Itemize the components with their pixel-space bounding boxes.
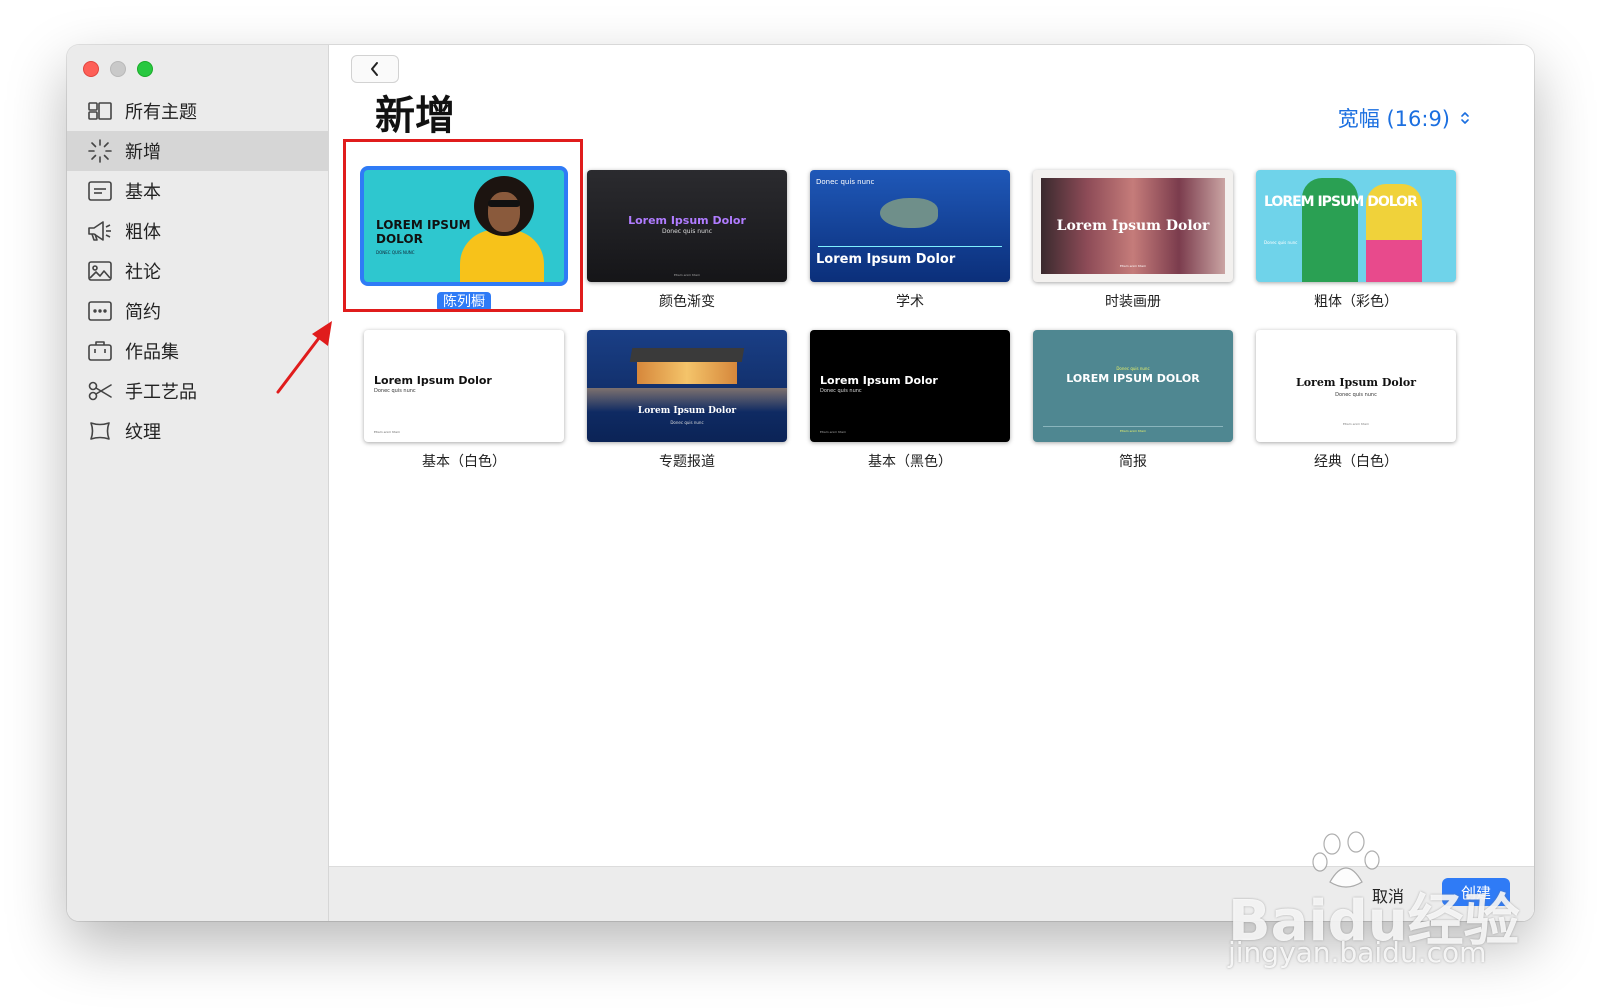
selection-highlight-box xyxy=(343,139,583,312)
template-name: 基本（白色） xyxy=(422,454,506,470)
template-name: 专题报道 xyxy=(659,454,715,470)
sidebar-item-label: 所有主题 xyxy=(125,102,197,123)
preview-title: Lorem Ipsum Dolor xyxy=(1295,376,1417,389)
template-name: 时装画册 xyxy=(1105,294,1161,310)
template-thumbnail: Lorem Ipsum Dolor Donec quis nunc Etiam … xyxy=(1256,330,1456,442)
sidebar-item-label: 简约 xyxy=(125,302,161,323)
preview-footer: Etiam enim titam xyxy=(820,430,847,434)
template-thumbnail: Lorem Ipsum Dolor Donec quis nunc Etiam … xyxy=(364,330,564,442)
chevron-left-icon xyxy=(371,62,378,76)
template-thumbnail: Lorem Ipsum Dolor Donec quis nunc Etiam … xyxy=(587,170,787,282)
template-thumbnail: Lorem Ipsum Dolor Etiam enim titam xyxy=(1033,170,1233,282)
page-title: 新增 xyxy=(375,93,455,139)
preview-subtitle: Donec quis nunc xyxy=(661,228,712,235)
template-academic[interactable]: Donec quis nunc Lorem Ipsum Dolor 学术 xyxy=(810,170,1010,312)
template-name: 学术 xyxy=(896,294,924,310)
template-thumbnail: Donec quis nunc Lorem Ipsum Dolor xyxy=(810,170,1010,282)
template-classic-white[interactable]: Lorem Ipsum Dolor Donec quis nunc Etiam … xyxy=(1256,330,1456,472)
grid-icon xyxy=(88,102,112,120)
template-basic-black[interactable]: Lorem Ipsum Dolor Donec quis nunc Etiam … xyxy=(810,330,1010,472)
preview-subtitle: Donec quis nunc xyxy=(1335,392,1377,398)
preview-subtitle: Donec quis nunc xyxy=(374,388,416,394)
watermark-url: jingyan.baidu.com xyxy=(1228,936,1487,969)
template-name: 颜色渐变 xyxy=(659,294,715,310)
sidebar-item-label: 粗体 xyxy=(125,222,161,243)
preview-subtitle: Donec quis nunc xyxy=(816,178,875,186)
preview-title: Lorem Ipsum Dolor xyxy=(820,374,938,387)
briefcase-icon xyxy=(88,341,112,361)
sidebar-item-all-themes[interactable]: 所有主题 xyxy=(67,91,328,131)
preview-subtitle: Donec quis nunc xyxy=(1264,240,1298,245)
red-arrow-annotation xyxy=(276,321,332,394)
frame-icon xyxy=(90,422,110,440)
sidebar-item-bold[interactable]: 粗体 xyxy=(67,211,328,251)
template-name: 简报 xyxy=(1119,454,1147,470)
preview-footer: Etiam enim titam xyxy=(1119,429,1147,433)
template-name: 经典（白色） xyxy=(1314,454,1398,470)
text-box-icon xyxy=(88,181,112,201)
sidebar-item-texture[interactable]: 纹理 xyxy=(67,411,328,451)
zoom-window-button[interactable] xyxy=(137,61,153,77)
template-basic-white[interactable]: Lorem Ipsum Dolor Donec quis nunc Etiam … xyxy=(364,330,564,472)
template-feature-story[interactable]: Lorem Ipsum Dolor Donec quis nunc 专题报道 xyxy=(587,330,787,472)
preview-title: Lorem Ipsum Dolor xyxy=(816,252,956,267)
template-color-gradient[interactable]: Lorem Ipsum Dolor Donec quis nunc Etiam … xyxy=(587,170,787,312)
template-bold-color[interactable]: LOREM IPSUM DOLOR Donec quis nunc 粗体（彩色） xyxy=(1256,170,1456,312)
baidu-watermark: Baidu经验 jingyan.baidu.com xyxy=(1228,830,1528,980)
preview-footer: Etiam enim titam xyxy=(374,430,401,434)
preview-title: LOREM IPSUM DOLOR xyxy=(1264,194,1418,210)
template-name: 基本（黑色） xyxy=(868,454,952,470)
preview-footer: Etiam enim titam xyxy=(1342,422,1370,426)
preview-subtitle: Donec quis nunc xyxy=(670,420,704,425)
minimize-window-button[interactable] xyxy=(110,61,126,77)
ellipsis-box-icon xyxy=(88,301,112,321)
sidebar-item-label: 纹理 xyxy=(125,422,161,443)
template-name: 粗体（彩色） xyxy=(1314,294,1398,310)
preview-title: Lorem Ipsum Dolor xyxy=(1056,218,1210,234)
sidebar-item-label: 作品集 xyxy=(125,342,179,363)
sparkle-icon xyxy=(88,139,112,163)
template-thumbnail: Lorem Ipsum Dolor Donec quis nunc xyxy=(587,330,787,442)
preview-title: Lorem Ipsum Dolor xyxy=(374,374,492,387)
sidebar-item-label: 基本 xyxy=(125,182,161,203)
sidebar-item-new[interactable]: 新增 xyxy=(67,131,328,171)
window-controls xyxy=(83,61,153,77)
slide-size-popup[interactable]: 宽幅 (16:9) xyxy=(1338,103,1470,133)
theme-gallery: 新增 宽幅 (16:9) LOREM IPSUM DOLOR DONEC QUI… xyxy=(329,45,1534,921)
megaphone-icon xyxy=(88,221,111,241)
preview-title: Lorem Ipsum Dolor xyxy=(637,406,737,416)
template-thumbnail: Lorem Ipsum Dolor Donec quis nunc Etiam … xyxy=(810,330,1010,442)
scissors-icon xyxy=(88,381,112,401)
sidebar-item-label: 社论 xyxy=(125,262,161,283)
template-briefing[interactable]: Donec quis nunc LOREM IPSUM DOLOR Etiam … xyxy=(1033,330,1233,472)
preview-subtitle: Donec quis nunc xyxy=(1116,366,1150,371)
sidebar: 所有主题 新增 基本 粗体 社论 简约 作品集 手工艺品 纹理 xyxy=(67,45,329,921)
close-window-button[interactable] xyxy=(83,61,99,77)
template-thumbnail: LOREM IPSUM DOLOR Donec quis nunc xyxy=(1256,170,1456,282)
template-thumbnail: Donec quis nunc LOREM IPSUM DOLOR Etiam … xyxy=(1033,330,1233,442)
keynote-theme-chooser-window: 所有主题 新增 基本 粗体 社论 简约 作品集 手工艺品 纹理 新增 宽幅 (1… xyxy=(67,45,1534,921)
sidebar-item-editorial[interactable]: 社论 xyxy=(67,251,328,291)
sidebar-item-label: 新增 xyxy=(125,142,161,163)
preview-title: LOREM IPSUM DOLOR xyxy=(1066,372,1200,385)
preview-title: Lorem Ipsum Dolor xyxy=(628,214,746,227)
slide-size-label: 宽幅 (16:9) xyxy=(1337,107,1450,131)
back-button[interactable] xyxy=(351,55,399,83)
template-fashion-lookbook[interactable]: Lorem Ipsum Dolor Etiam enim titam 时装画册 xyxy=(1033,170,1233,312)
sidebar-item-label: 手工艺品 xyxy=(125,382,197,403)
up-down-chevron-icon xyxy=(1461,112,1469,124)
sidebar-item-basic[interactable]: 基本 xyxy=(67,171,328,211)
preview-subtitle: Donec quis nunc xyxy=(820,388,862,394)
photo-icon xyxy=(88,261,112,281)
preview-subtitle: Etiam enim titam xyxy=(1119,264,1147,268)
preview-footer: Etiam enim titam xyxy=(673,273,701,277)
